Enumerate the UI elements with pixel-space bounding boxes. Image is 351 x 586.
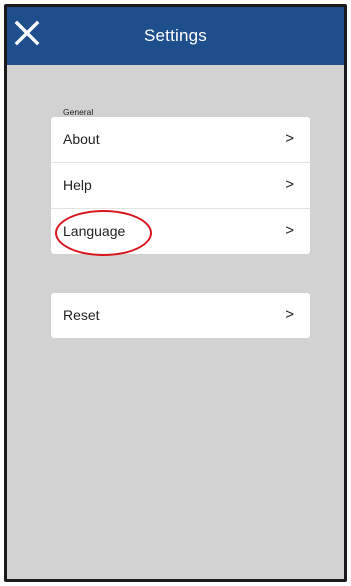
settings-item-about[interactable]: About >: [51, 117, 310, 162]
settings-item-help[interactable]: Help >: [51, 162, 310, 208]
section-label-general: General: [63, 107, 94, 117]
settings-item-label: Reset: [63, 307, 100, 323]
reset-settings-group: Reset >: [51, 293, 310, 338]
page-title: Settings: [143, 26, 208, 45]
general-settings-group: About > Help > Language >: [51, 117, 310, 254]
settings-item-language[interactable]: Language >: [51, 208, 310, 254]
header-bar: Settings: [7, 7, 344, 65]
settings-item-label: About: [63, 131, 100, 147]
chevron-right-icon: >: [285, 222, 294, 239]
chevron-right-icon: >: [285, 306, 294, 323]
settings-item-label: Help: [63, 177, 92, 193]
settings-item-reset[interactable]: Reset >: [51, 293, 310, 338]
chevron-right-icon: >: [285, 130, 294, 147]
chevron-right-icon: >: [285, 176, 294, 193]
settings-item-label: Language: [63, 223, 126, 239]
app-screen: Settings General About > Help > Language…: [4, 4, 347, 582]
